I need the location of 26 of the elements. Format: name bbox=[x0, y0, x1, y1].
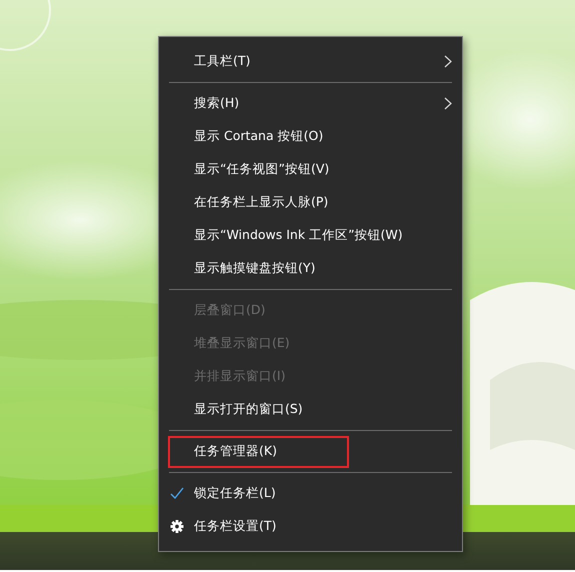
menu-item-label: 任务管理器(K) bbox=[194, 443, 277, 460]
menu-item[interactable]: 工具栏(T) bbox=[159, 45, 462, 78]
menu-item[interactable]: 显示“Windows Ink 工作区”按钮(W) bbox=[159, 219, 462, 252]
menu-item[interactable]: 显示打开的窗口(S) bbox=[159, 393, 462, 426]
menu-item-label: 堆叠显示窗口(E) bbox=[194, 335, 290, 352]
menu-item-label: 显示 Cortana 按钮(O) bbox=[194, 128, 324, 145]
menu-item[interactable]: 显示“任务视图”按钮(V) bbox=[159, 153, 462, 186]
menu-item-label: 显示打开的窗口(S) bbox=[194, 401, 303, 418]
menu-item-label: 显示触摸键盘按钮(Y) bbox=[194, 260, 316, 277]
menu-item-label: 锁定任务栏(L) bbox=[194, 485, 276, 502]
menu-item[interactable]: 显示 Cortana 按钮(O) bbox=[159, 120, 462, 153]
menu-item[interactable]: 任务栏设置(T) bbox=[159, 510, 462, 543]
menu-item[interactable]: 搜索(H) bbox=[159, 87, 462, 120]
menu-item-label: 搜索(H) bbox=[194, 95, 240, 112]
menu-item-label: 任务栏设置(T) bbox=[194, 518, 276, 535]
menu-item[interactable]: 任务管理器(K) bbox=[159, 435, 462, 468]
menu-item-label: 并排显示窗口(I) bbox=[194, 368, 286, 385]
menu-item-label: 层叠窗口(D) bbox=[194, 302, 266, 319]
menu-item-label: 显示“Windows Ink 工作区”按钮(W) bbox=[194, 227, 403, 244]
menu-item[interactable]: 锁定任务栏(L) bbox=[159, 477, 462, 510]
menu-item-label: 在任务栏上显示人脉(P) bbox=[194, 194, 328, 211]
menu-item-label: 显示“任务视图”按钮(V) bbox=[194, 161, 330, 178]
menu-item-label: 工具栏(T) bbox=[194, 53, 250, 70]
menu-item[interactable]: 显示触摸键盘按钮(Y) bbox=[159, 252, 462, 285]
settings-icon bbox=[170, 520, 184, 533]
menu-item[interactable]: 在任务栏上显示人脉(P) bbox=[159, 186, 462, 219]
